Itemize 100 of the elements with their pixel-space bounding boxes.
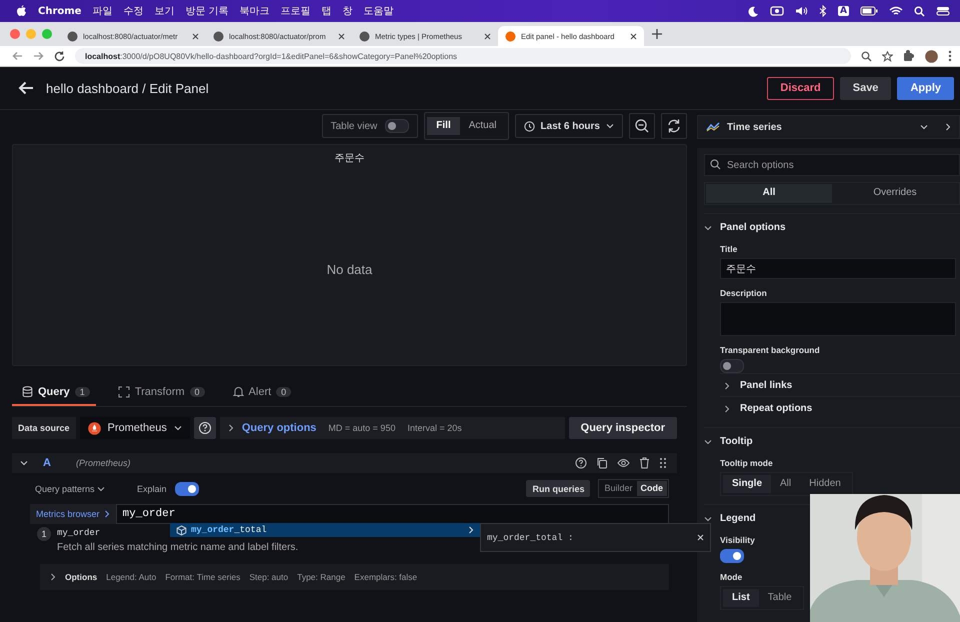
battery-icon[interactable]: [860, 6, 878, 16]
legend-mode-option[interactable]: Table: [758, 589, 801, 607]
count-badge: 0: [276, 387, 292, 397]
field-label: Title: [720, 244, 738, 254]
chevron-down-icon: [97, 486, 106, 492]
trash-icon[interactable]: [639, 457, 650, 469]
back-icon[interactable]: [12, 51, 23, 61]
explain-toggle[interactable]: [174, 482, 199, 496]
apple-icon[interactable]: [16, 5, 27, 17]
close-icon[interactable]: [192, 32, 199, 40]
query-editor-tab[interactable]: Alert 0: [222, 386, 298, 406]
star-icon[interactable]: [882, 50, 893, 62]
header-button[interactable]: Apply: [897, 76, 954, 100]
kebab-menu-icon[interactable]: [948, 50, 952, 62]
wifi-icon[interactable]: [889, 6, 903, 16]
volume-icon[interactable]: [795, 6, 808, 16]
options-tab[interactable]: Overrides: [832, 184, 958, 203]
search-options-field[interactable]: Search options: [704, 154, 960, 176]
copy-icon[interactable]: [596, 457, 608, 469]
menu-item[interactable]: 보기: [154, 4, 174, 18]
forward-icon[interactable]: [33, 51, 44, 61]
database-icon: [22, 386, 33, 398]
menu-item[interactable]: 창: [342, 4, 353, 18]
control-center-icon[interactable]: [936, 6, 950, 16]
data-source-picker[interactable]: Prometheus: [80, 417, 190, 439]
visualization-name: Time series: [727, 122, 782, 132]
input-source-indicator[interactable]: A: [838, 6, 849, 16]
subsection-header[interactable]: Panel links: [720, 373, 960, 396]
query-editor-tab[interactable]: Transform 0: [108, 386, 211, 406]
drag-handle-icon[interactable]: [659, 457, 667, 469]
section-header[interactable]: Tooltip: [704, 436, 960, 447]
screen-record-icon[interactable]: [770, 6, 784, 16]
run-queries-button[interactable]: Run queries: [526, 480, 590, 497]
help-icon[interactable]: [575, 457, 587, 469]
app-menu[interactable]: Chrome: [38, 6, 82, 16]
tooltip-mode-option[interactable]: Hidden: [800, 475, 850, 493]
menu-item[interactable]: 북마크: [240, 4, 270, 18]
time-range-label: Last 6 hours: [540, 120, 600, 132]
transparent-background-toggle[interactable]: [720, 359, 744, 373]
address-bar[interactable]: localhost:3000/d/pO8UQ80Vk/hello-dashboard?orgId=1&editPanel=6&showCategory=Panel%20options: [75, 48, 851, 64]
menu-item[interactable]: 탭: [322, 4, 332, 18]
step-code: my_order: [57, 528, 100, 538]
option-summary: Exemplars: false: [354, 572, 418, 582]
tooltip-mode-option[interactable]: Single: [723, 475, 772, 493]
editor-mode-option[interactable]: Code: [636, 481, 667, 496]
query-options-link[interactable]: Query options: [242, 422, 316, 434]
menu-item[interactable]: 도움말: [364, 4, 394, 18]
subsection-header[interactable]: Repeat options: [720, 396, 960, 419]
visualization-picker[interactable]: Time series: [697, 115, 960, 139]
query-input[interactable]: my_order: [116, 504, 669, 524]
chevron-right-icon[interactable]: [228, 424, 234, 432]
chevron-right-icon[interactable]: [945, 123, 951, 131]
chevron-down-icon: [704, 224, 712, 230]
zoom-icon[interactable]: [861, 50, 872, 62]
field-label: Description: [720, 288, 767, 298]
close-icon[interactable]: [484, 32, 491, 40]
query-options-row[interactable]: Options Legend: Auto Format: Time series Step: auto Type: Range Exemplars: false: [40, 564, 669, 590]
moon-icon[interactable]: [748, 6, 760, 16]
help-icon[interactable]: [194, 417, 216, 439]
size-mode-option[interactable]: Actual: [460, 117, 506, 135]
close-icon[interactable]: [338, 32, 345, 40]
back-arrow-icon[interactable]: [18, 81, 34, 95]
eye-icon[interactable]: [617, 458, 630, 468]
header-button[interactable]: Discard: [767, 76, 834, 100]
bluetooth-icon[interactable]: [819, 5, 828, 17]
close-icon[interactable]: [630, 32, 637, 40]
collapse-chevron-icon[interactable]: [20, 460, 28, 466]
size-mode-option[interactable]: Fill: [427, 117, 460, 135]
time-range-picker[interactable]: Last 6 hours: [514, 114, 623, 138]
metrics-browser-button[interactable]: Metrics browser: [30, 504, 116, 524]
menu-item[interactable]: 파일: [92, 4, 112, 18]
query-ref[interactable]: A: [43, 457, 51, 469]
zoom-out-icon[interactable]: [629, 113, 655, 139]
search-icon[interactable]: [914, 6, 925, 16]
new-tab-icon[interactable]: [652, 29, 662, 39]
option-summary: Legend: Auto: [106, 572, 156, 582]
refresh-icon[interactable]: [661, 113, 687, 139]
tooltip-mode-option[interactable]: All: [771, 475, 800, 493]
title-input[interactable]: 주문수: [720, 258, 956, 279]
profile-avatar-icon[interactable]: [925, 50, 938, 62]
legend-visibility-toggle[interactable]: [720, 549, 744, 563]
header-button[interactable]: Save: [840, 76, 892, 100]
menu-item[interactable]: 수정: [123, 4, 144, 18]
step-description: Fetch all series matching metric name and label filters.: [57, 542, 298, 553]
menu-item[interactable]: 방문 기록: [185, 4, 229, 18]
editor-mode-option[interactable]: Builder: [600, 481, 636, 496]
table-view-toggle[interactable]: Table view: [322, 114, 418, 138]
menu-item[interactable]: 프로필: [280, 4, 311, 18]
suggestion-detail-text: my_order_total :: [487, 532, 574, 542]
autocomplete-suggestion[interactable]: my_order_total: [170, 523, 480, 537]
reload-icon[interactable]: [54, 50, 65, 62]
legend-mode-option[interactable]: List: [723, 589, 759, 607]
options-tab[interactable]: All: [706, 184, 832, 203]
query-inspector-button[interactable]: Query inspector: [568, 417, 677, 439]
section-header[interactable]: Panel options: [704, 222, 960, 233]
interval-info: Interval = 20s: [407, 423, 462, 433]
tab-label: Query: [38, 386, 70, 398]
field-label: Tooltip mode: [720, 458, 773, 468]
extension-icon[interactable]: [903, 50, 915, 62]
query-patterns-dropdown[interactable]: Query patterns: [35, 484, 106, 494]
